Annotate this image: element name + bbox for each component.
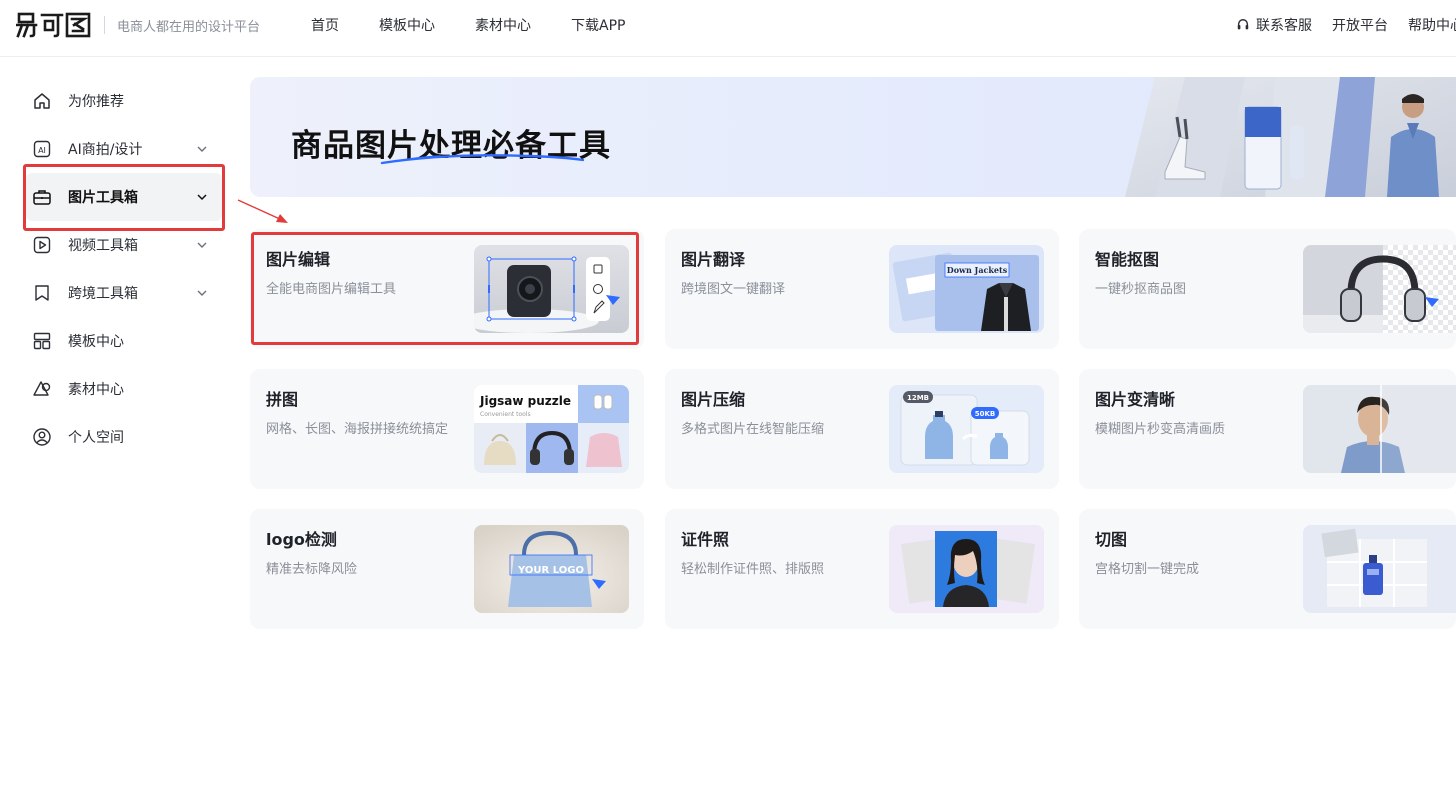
sidebar-item-video-toolbox[interactable]: 视频工具箱 [26,221,222,269]
shapes-icon [32,379,52,399]
chevron-down-icon [197,146,207,152]
nav-download-app[interactable]: 下载APP [571,15,625,35]
banner-swoosh-decoration [380,154,585,165]
card-desc: 一键秒抠商品图 [1095,282,1187,297]
card-title: 图片变清晰 [1095,390,1176,409]
header-right-links: 联系客服 开放平台 帮助中心 [1236,15,1456,35]
card-thumbnail-jigsaw: Jigsaw puzzle Convenient tools [474,385,629,473]
card-desc: 精准去标降风险 [266,562,358,577]
help-center-label: 帮助中心 [1408,18,1456,34]
tool-card-slice[interactable]: 切图 宫格切割一键完成 [1079,509,1456,629]
card-thumbnail-smart-cutout [1303,245,1456,333]
top-nav: 首页 模板中心 素材中心 下载APP [311,15,665,35]
card-thumbnail-image-compress: 12MB 50KB [889,385,1044,473]
contact-support-label: 联系客服 [1256,18,1312,34]
card-title: 智能抠图 [1095,250,1160,269]
card-title: 切图 [1095,530,1128,549]
template-icon [32,331,52,351]
sidebar-item-personal-space[interactable]: 个人空间 [26,413,222,461]
compress-before-badge: 12MB [907,394,929,402]
nav-templates[interactable]: 模板中心 [379,15,435,35]
sidebar-item-label: 个人空间 [68,430,124,446]
user-icon [32,427,52,447]
home-icon [32,91,52,111]
card-title: 图片压缩 [681,390,746,409]
tool-card-image-translate[interactable]: 图片翻译 跨境图文一键翻译 Down Jackets [665,229,1059,349]
open-platform-label: 开放平台 [1332,18,1388,34]
tool-card-image-edit[interactable]: 图片编辑 全能电商图片编辑工具 [250,229,644,349]
sidebar-item-label: 为你推荐 [68,94,124,110]
card-desc: 跨境图文一键翻译 [681,282,786,297]
sidebar-item-ai-design[interactable]: AI AI商拍/设计 [26,125,222,173]
logo-mark-icon [16,12,91,38]
contact-support-link[interactable]: 联系客服 [1236,15,1312,35]
card-title: 图片翻译 [681,250,746,269]
card-title: logo检测 [266,530,337,549]
card-desc: 网格、长图、海报拼接统统搞定 [266,422,449,437]
ai-icon: AI [32,139,52,159]
slogan: 电商人都在用的设计平台 [117,20,261,35]
chevron-down-icon [197,242,207,248]
toolbox-icon [32,187,52,207]
chevron-down-icon [197,194,207,201]
logo-thumb-text: YOUR LOGO [517,565,584,576]
sidebar-item-label: 模板中心 [68,334,124,350]
help-center-link[interactable]: 帮助中心 [1408,15,1456,35]
tool-card-smart-cutout[interactable]: 智能抠图 一键秒抠商品图 [1079,229,1456,349]
card-thumbnail-image-edit [474,245,629,333]
sidebar-item-label: 跨境工具箱 [68,286,138,302]
sidebar-item-template-center[interactable]: 模板中心 [26,317,222,365]
tool-card-image-compress[interactable]: 图片压缩 多格式图片在线智能压缩 12MB 50KB [665,369,1059,489]
card-desc: 全能电商图片编辑工具 [266,282,397,297]
tool-card-image-enhance[interactable]: 图片变清晰 模糊图片秒变高清画质 [1079,369,1456,489]
jigsaw-thumb-title: Jigsaw puzzle [479,394,571,408]
card-title: 拼图 [266,390,299,409]
nav-materials[interactable]: 素材中心 [475,15,531,35]
card-title: 证件照 [681,530,730,549]
card-title: 图片编辑 [266,250,331,269]
tool-card-id-photo[interactable]: 证件照 轻松制作证件照、排版照 [665,509,1059,629]
sidebar-item-label: 素材中心 [68,382,124,398]
annotation-arrow [237,199,288,223]
banner-product-collage [1125,77,1456,197]
sidebar-item-image-toolbox[interactable]: 图片工具箱 [26,173,222,221]
nav-home[interactable]: 首页 [311,15,339,35]
card-thumbnail-logo-detect: YOUR LOGO [474,525,629,613]
video-icon [32,235,52,255]
sidebar-item-label: 图片工具箱 [68,190,138,206]
svg-text:AI: AI [38,146,46,155]
hero-banner: 商品图片处理必备工具 [250,77,1456,197]
sidebar-item-label: 视频工具箱 [68,238,138,254]
card-desc: 轻松制作证件照、排版照 [681,562,825,577]
sidebar-item-label: AI商拍/设计 [68,142,143,158]
sidebar-item-material-center[interactable]: 素材中心 [26,365,222,413]
bookmark-icon [32,283,52,303]
card-thumbnail-image-enhance [1303,385,1456,473]
logo-divider [104,16,105,34]
card-thumbnail-image-translate: Down Jackets [889,245,1044,333]
tool-card-jigsaw[interactable]: 拼图 网格、长图、海报拼接统统搞定 Jigsaw puzzle Convenie… [250,369,644,489]
jigsaw-thumb-subtitle: Convenient tools [480,411,531,418]
card-thumbnail-id-photo [889,525,1044,613]
card-desc: 模糊图片秒变高清画质 [1095,422,1226,437]
chevron-down-icon [197,290,207,296]
card-thumbnail-slice [1303,525,1456,613]
open-platform-link[interactable]: 开放平台 [1332,15,1388,35]
card-desc: 多格式图片在线智能压缩 [681,422,825,437]
top-header: 电商人都在用的设计平台 首页 模板中心 素材中心 下载APP 联系客服 开放平台… [0,0,1456,57]
translate-thumb-text: Down Jackets [947,265,1008,275]
headset-icon [1237,19,1249,30]
card-desc: 宫格切割一键完成 [1095,562,1200,577]
brand-logo[interactable] [16,10,92,40]
compress-after-badge: 50KB [975,410,996,418]
sidebar-item-recommend[interactable]: 为你推荐 [26,77,222,125]
sidebar-item-crossborder-toolbox[interactable]: 跨境工具箱 [26,269,222,317]
tool-card-logo-detect[interactable]: logo检测 精准去标降风险 YOUR LOGO [250,509,644,629]
